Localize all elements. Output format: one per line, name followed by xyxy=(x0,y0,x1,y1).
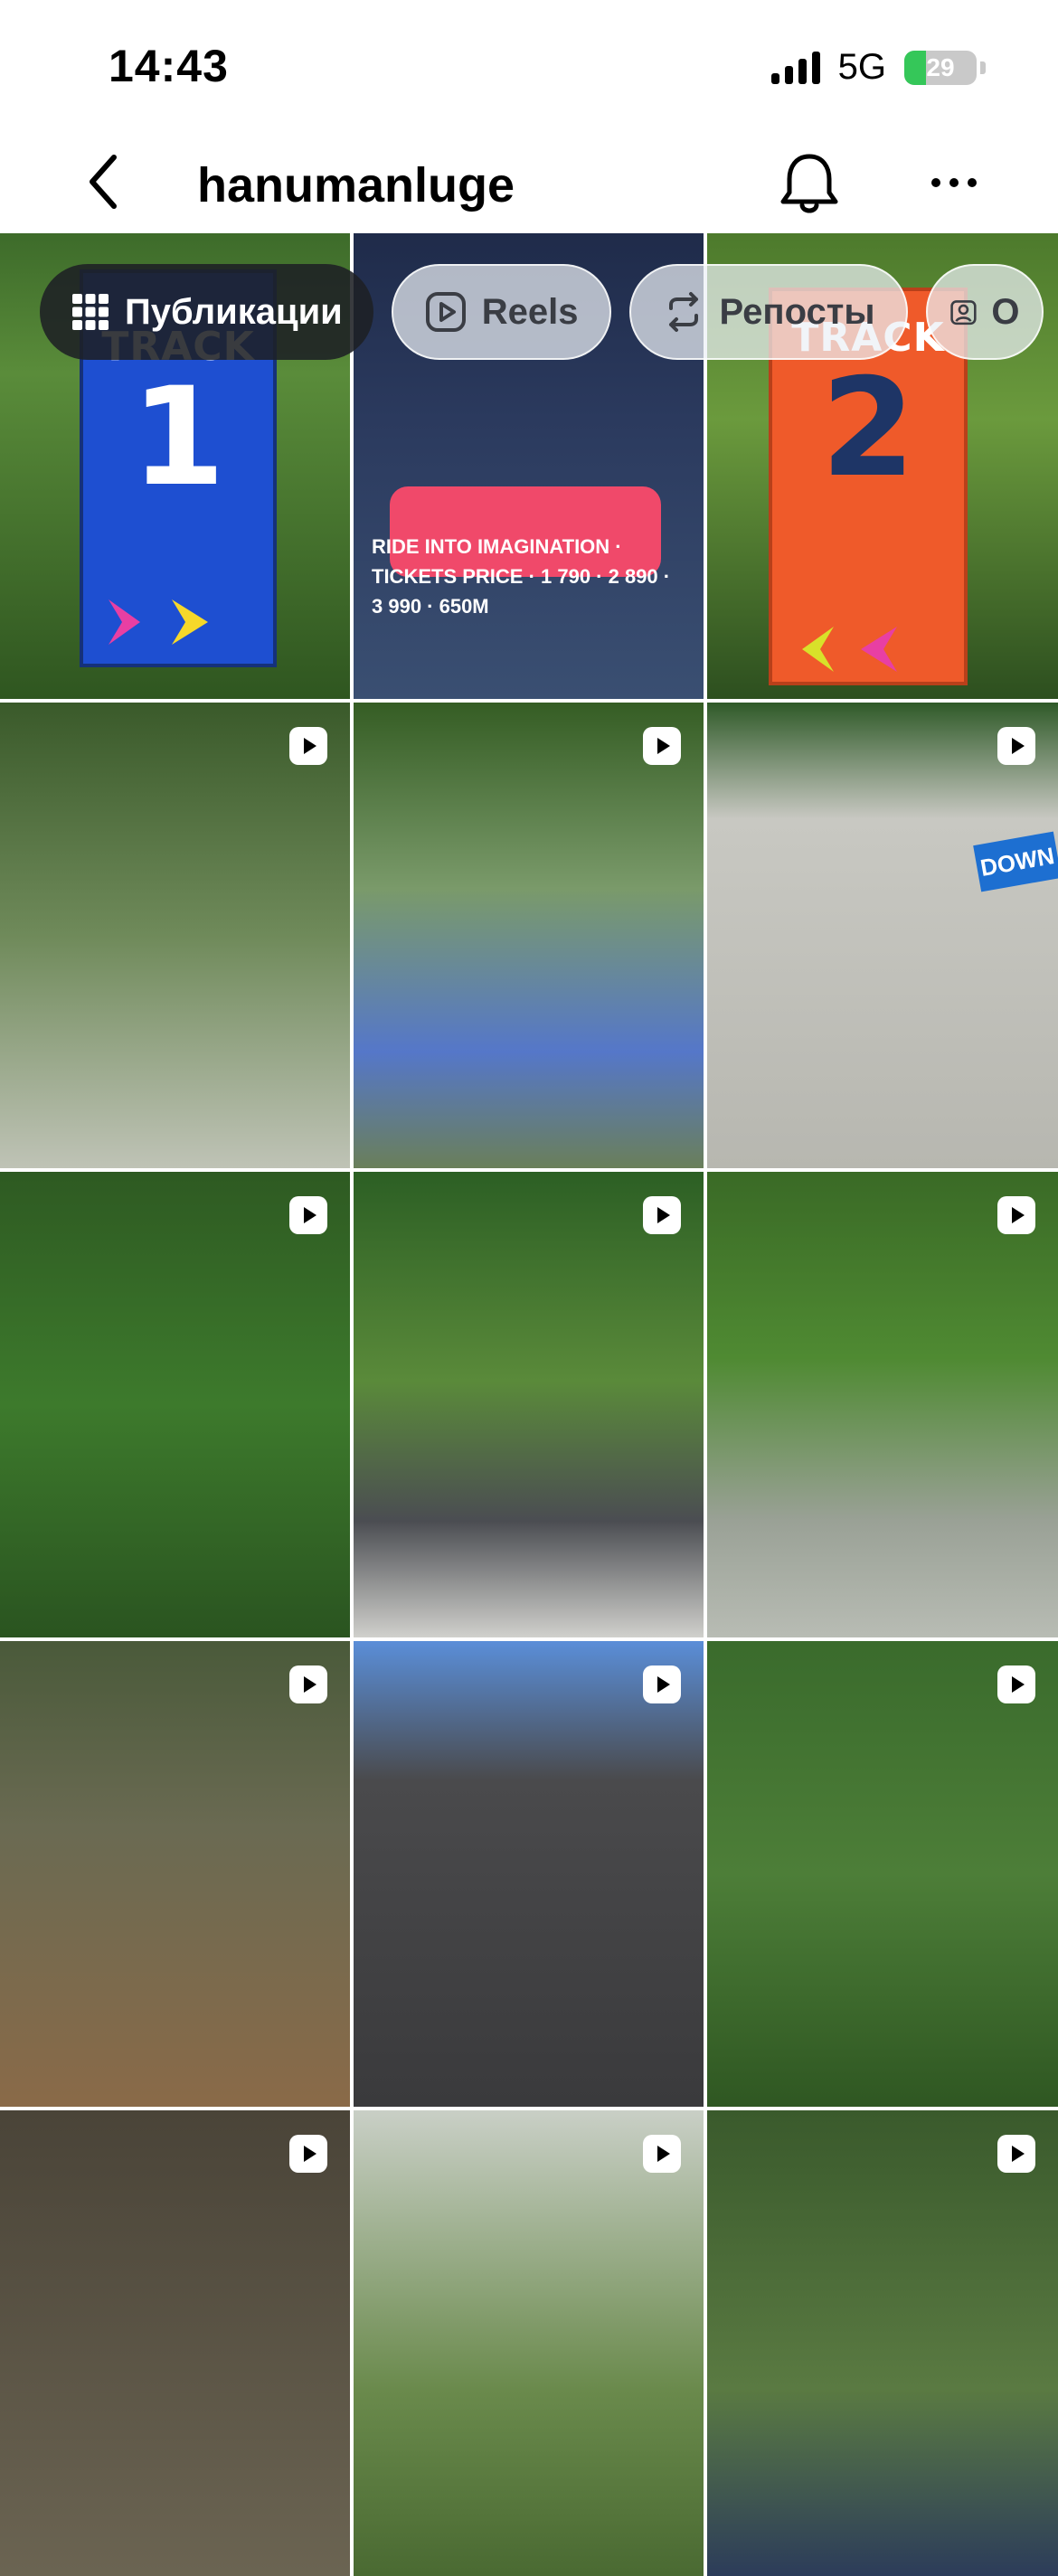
track-sign-number: 1 xyxy=(130,359,226,516)
tab-reels-label: Reels xyxy=(481,291,579,332)
post-tile[interactable] xyxy=(707,2110,1058,2576)
track-sign-number: 2 xyxy=(820,350,916,507)
status-time: 14:43 xyxy=(109,41,229,91)
tab-reposts[interactable]: Репосты xyxy=(628,264,908,360)
battery-percent: 29 xyxy=(926,52,955,81)
reel-icon xyxy=(997,1665,1035,1703)
tagged-icon xyxy=(949,300,977,326)
reel-icon xyxy=(643,1196,681,1234)
back-button[interactable] xyxy=(54,132,154,231)
reel-icon xyxy=(997,727,1035,765)
reel-icon xyxy=(997,1196,1035,1234)
grid-icon xyxy=(72,294,109,330)
tab-reposts-label: Репосты xyxy=(719,291,875,332)
arrow-graphic xyxy=(99,595,253,649)
post-tile[interactable] xyxy=(354,2110,704,2576)
posts-grid: TRACK 1 RIDE INTO IMAGINATION · TICKETS … xyxy=(0,233,1058,2576)
post-tile[interactable]: DOWN xyxy=(707,703,1058,1168)
more-options-button[interactable] xyxy=(904,137,1004,228)
ellipsis-icon xyxy=(931,178,977,187)
notifications-button[interactable] xyxy=(760,137,859,228)
post-tile[interactable] xyxy=(354,1641,704,2107)
tab-reels[interactable]: Reels xyxy=(391,264,611,360)
status-indicators: 5G 29 xyxy=(770,47,986,88)
post-tile[interactable] xyxy=(707,1641,1058,2107)
reel-icon xyxy=(643,2135,681,2173)
arrow-graphic xyxy=(789,622,942,676)
ticket-price-text: RIDE INTO IMAGINATION · TICKETS PRICE · … xyxy=(372,535,671,618)
profile-tabs: Публикации Reels Репосты О xyxy=(40,264,1044,360)
status-bar: 14:43 5G 29 xyxy=(0,0,1058,127)
reel-icon xyxy=(289,1665,327,1703)
network-type: 5G xyxy=(837,47,886,87)
profile-username: hanumanluge xyxy=(197,158,515,212)
battery-icon: 29 xyxy=(904,50,977,85)
down-sign: DOWN xyxy=(973,831,1058,892)
reel-icon xyxy=(289,727,327,765)
bell-icon xyxy=(780,154,838,213)
post-tile[interactable] xyxy=(707,1172,1058,1637)
reel-icon xyxy=(289,1196,327,1234)
post-tile[interactable] xyxy=(0,1172,350,1637)
reels-icon xyxy=(425,292,466,332)
reel-icon xyxy=(643,727,681,765)
tab-posts-label: Публикации xyxy=(125,291,343,332)
tab-tagged[interactable]: О xyxy=(925,264,1044,360)
profile-header: hanumanluge xyxy=(0,127,1058,235)
post-tile[interactable] xyxy=(0,1641,350,2107)
post-tile[interactable] xyxy=(0,2110,350,2576)
reel-icon xyxy=(643,1665,681,1703)
tab-tagged-label: О xyxy=(991,291,1020,332)
post-tile[interactable] xyxy=(354,703,704,1168)
reel-icon xyxy=(289,2135,327,2173)
cellular-signal-icon xyxy=(770,51,820,84)
reel-icon xyxy=(997,2135,1035,2173)
tab-posts[interactable]: Публикации xyxy=(40,264,373,360)
post-tile[interactable] xyxy=(0,703,350,1168)
chevron-left-icon xyxy=(90,155,117,209)
post-tile[interactable] xyxy=(354,1172,704,1637)
battery-tip xyxy=(980,61,986,74)
repost-icon xyxy=(668,292,698,332)
